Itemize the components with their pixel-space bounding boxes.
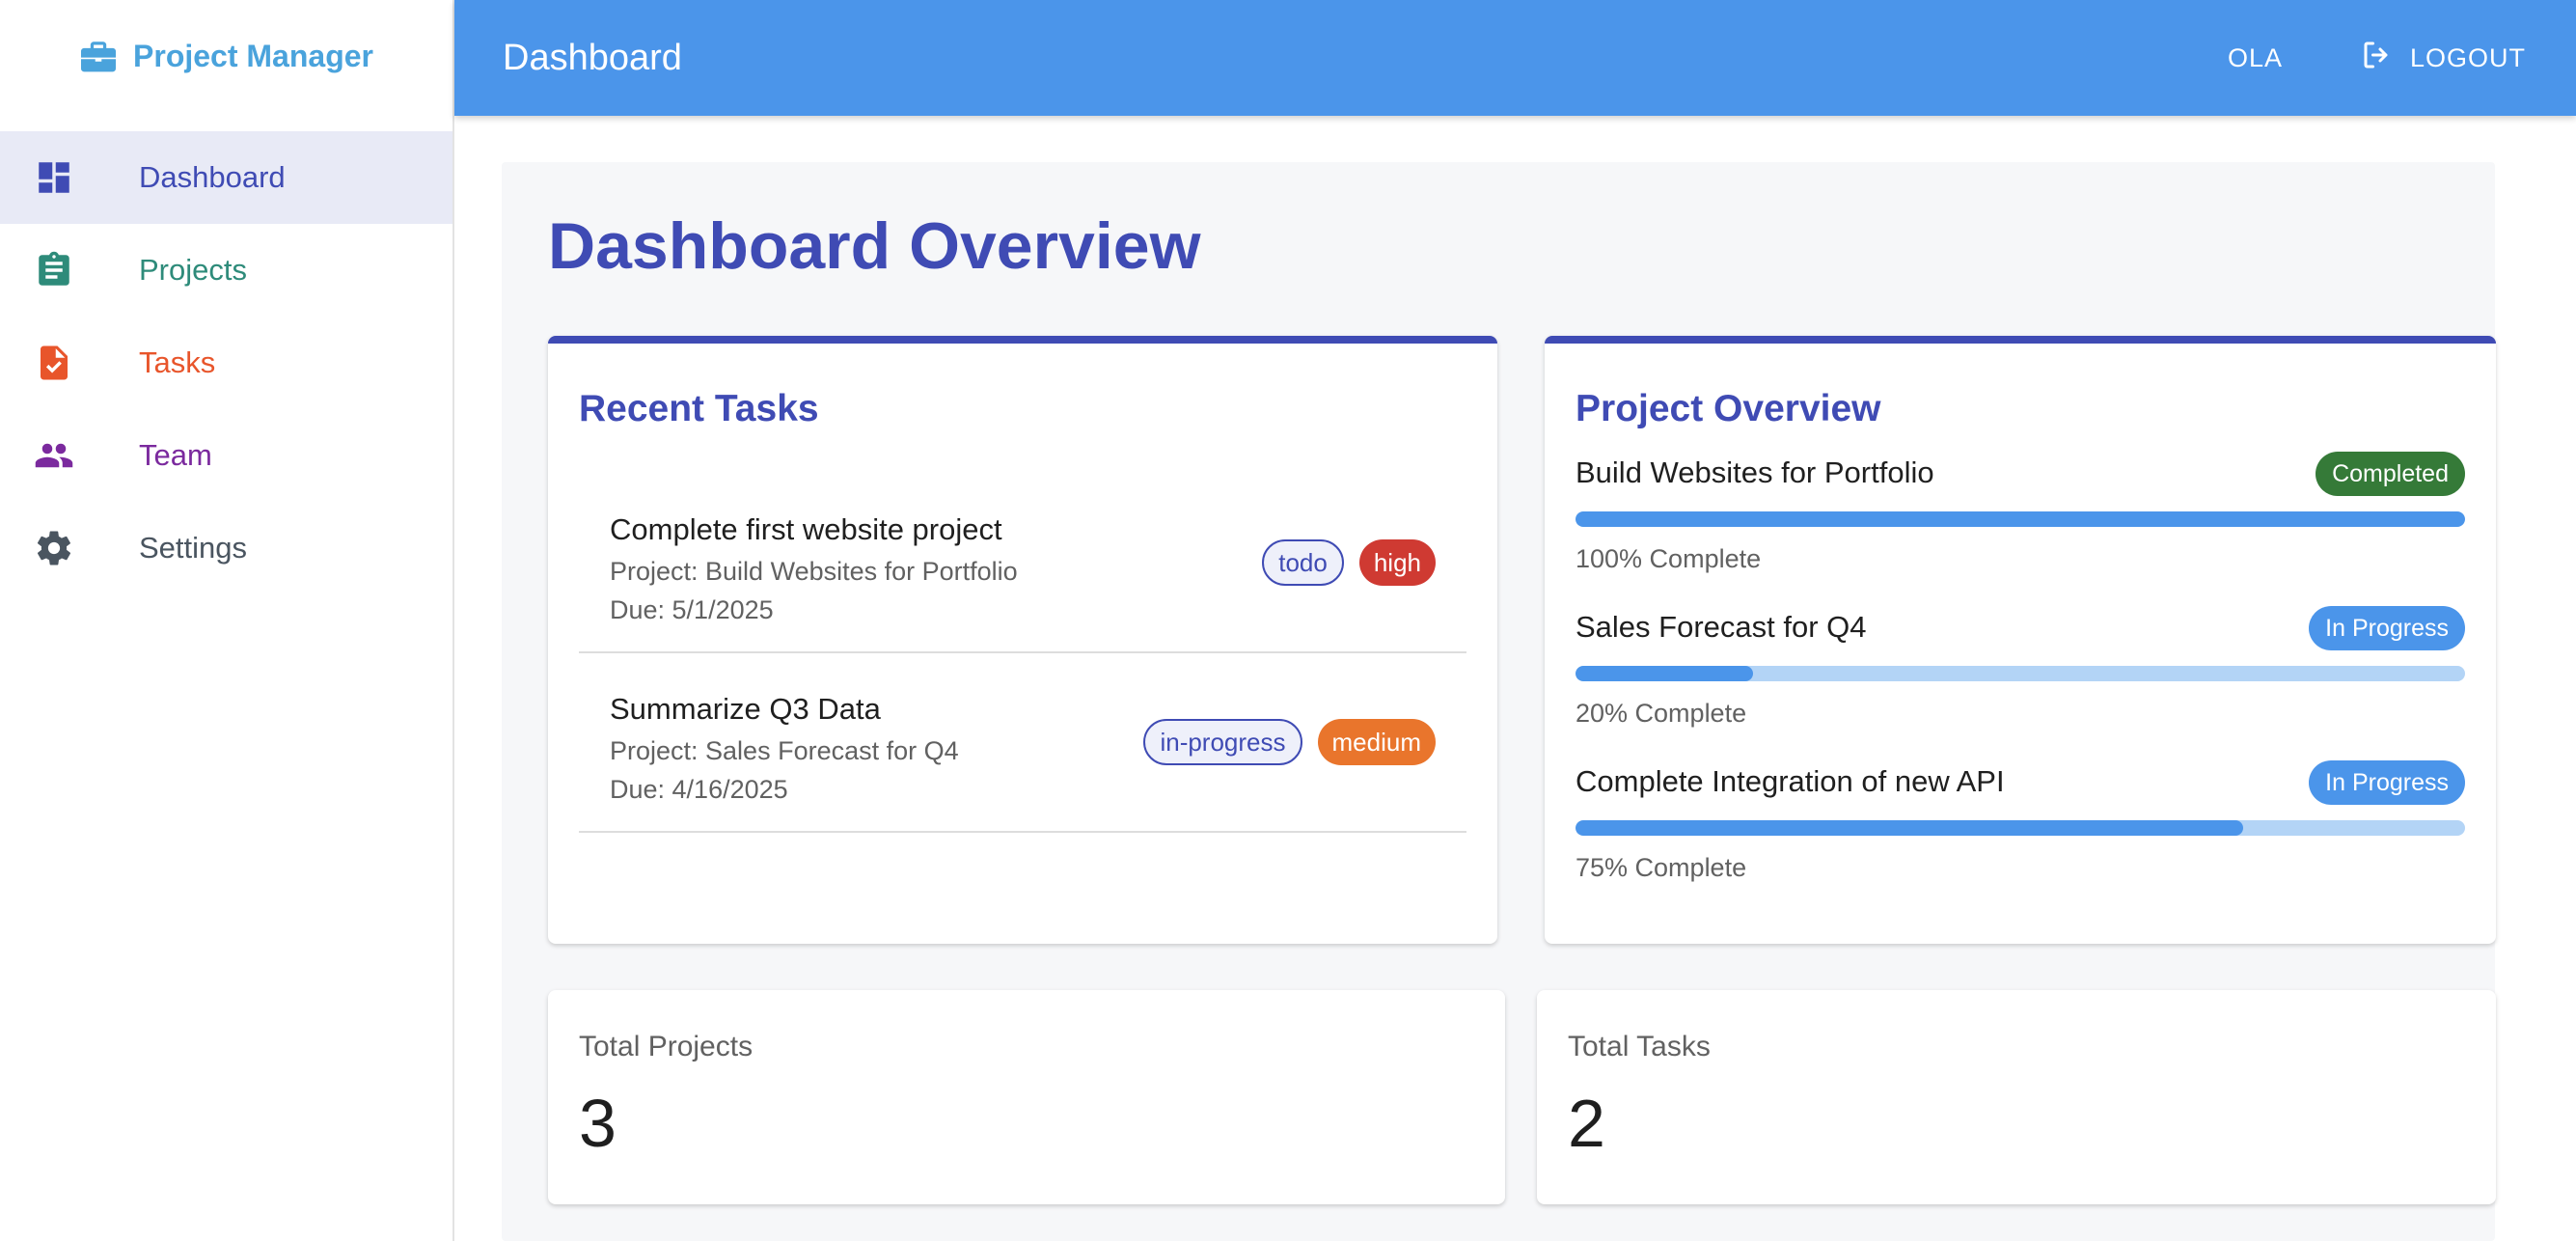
task-project: Project: Sales Forecast for Q4: [610, 736, 959, 765]
progress-bar-fill: [1576, 820, 2243, 836]
sidebar-item-label: Dashboard: [139, 160, 286, 194]
total-tasks-card: Total Tasks 2: [1537, 990, 2496, 1204]
task-name: Summarize Q3 Data: [610, 692, 881, 726]
brand: Project Manager: [0, 0, 452, 112]
task-priority-chip: medium: [1317, 719, 1436, 765]
project-name: Complete Integration of new API: [1576, 764, 2005, 798]
brand-title: Project Manager: [133, 38, 373, 73]
project-progress-item[interactable]: Complete Integration of new API In Progr…: [1576, 760, 2465, 896]
task-priority-chip: high: [1358, 539, 1436, 586]
status-badge: In Progress: [2309, 760, 2465, 805]
total-projects-card: Total Projects 3: [548, 990, 1505, 1204]
sidebar-item-settings[interactable]: Settings: [0, 502, 452, 594]
status-badge: Completed: [2316, 452, 2465, 496]
clipboard-icon: [0, 250, 108, 290]
task-status-chip: todo: [1262, 539, 1344, 586]
task-due-date: Due: 4/16/2025: [610, 775, 788, 804]
logout-label: LOGOUT: [2409, 42, 2526, 72]
task-list: Complete first website project Project: …: [579, 474, 1466, 833]
progress-label: 20% Complete: [1576, 699, 1747, 728]
task-name: Complete first website project: [610, 512, 1002, 546]
top-app-bar: Dashboard OLA LOGOUT: [454, 0, 2576, 116]
people-icon: [0, 435, 108, 476]
sidebar-item-projects[interactable]: Projects: [0, 224, 452, 317]
progress-bar: [1576, 666, 2465, 681]
main-content: Dashboard Overview Recent Tasks Complete…: [502, 162, 2496, 1241]
status-badge: In Progress: [2309, 606, 2465, 650]
recent-tasks-card: Recent Tasks Complete first website proj…: [548, 336, 1497, 944]
total-projects-label: Total Projects: [579, 1031, 754, 1062]
progress-label: 75% Complete: [1576, 853, 1747, 882]
sidebar-nav: Dashboard Projects Tasks Team Settings: [0, 131, 452, 594]
task-project: Project: Build Websites for Portfolio: [610, 557, 1018, 586]
app-root: Project Manager Dashboard Projects Tasks: [0, 0, 2576, 1241]
sidebar-item-label: Projects: [139, 253, 247, 287]
list-item[interactable]: Summarize Q3 Data Project: Sales Forecas…: [579, 653, 1466, 833]
project-progress-item[interactable]: Build Websites for Portfolio Completed 1…: [1576, 452, 2465, 587]
user-name: OLA: [2227, 42, 2283, 72]
project-progress-item[interactable]: Sales Forecast for Q4 In Progress 20% Co…: [1576, 606, 2465, 741]
task-file-icon: [0, 343, 108, 383]
sidebar: Project Manager Dashboard Projects Tasks: [0, 0, 454, 1241]
gear-icon: [0, 528, 108, 568]
logout-icon: [2360, 38, 2395, 79]
progress-label: 100% Complete: [1576, 544, 1762, 573]
project-overview-card: Project Overview Build Websites for Port…: [1545, 336, 2496, 944]
project-overview-title: Project Overview: [1576, 388, 1881, 429]
progress-bar: [1576, 511, 2465, 527]
project-name: Build Websites for Portfolio: [1576, 455, 1934, 489]
total-projects-value: 3: [579, 1086, 617, 1161]
total-tasks-label: Total Tasks: [1568, 1031, 1711, 1062]
task-status-chip: in-progress: [1143, 719, 1302, 765]
logout-button[interactable]: LOGOUT: [2360, 38, 2526, 79]
progress-bar-fill: [1576, 511, 2465, 527]
page-title: Dashboard Overview: [548, 209, 1201, 283]
dashboard-icon: [0, 157, 108, 198]
sidebar-item-label: Settings: [139, 531, 248, 565]
progress-bar-fill: [1576, 666, 1754, 681]
sidebar-item-label: Team: [139, 438, 212, 472]
sidebar-item-team[interactable]: Team: [0, 409, 452, 502]
list-item[interactable]: Complete first website project Project: …: [579, 474, 1466, 653]
project-name: Sales Forecast for Q4: [1576, 610, 1867, 644]
page-header-title: Dashboard: [503, 37, 682, 78]
sidebar-item-tasks[interactable]: Tasks: [0, 317, 452, 409]
total-tasks-value: 2: [1568, 1086, 1605, 1161]
recent-tasks-title: Recent Tasks: [579, 388, 819, 429]
task-due-date: Due: 5/1/2025: [610, 595, 774, 624]
briefcase-icon: [79, 39, 118, 73]
sidebar-item-dashboard[interactable]: Dashboard: [0, 131, 452, 224]
progress-bar: [1576, 820, 2465, 836]
sidebar-item-label: Tasks: [139, 345, 216, 379]
